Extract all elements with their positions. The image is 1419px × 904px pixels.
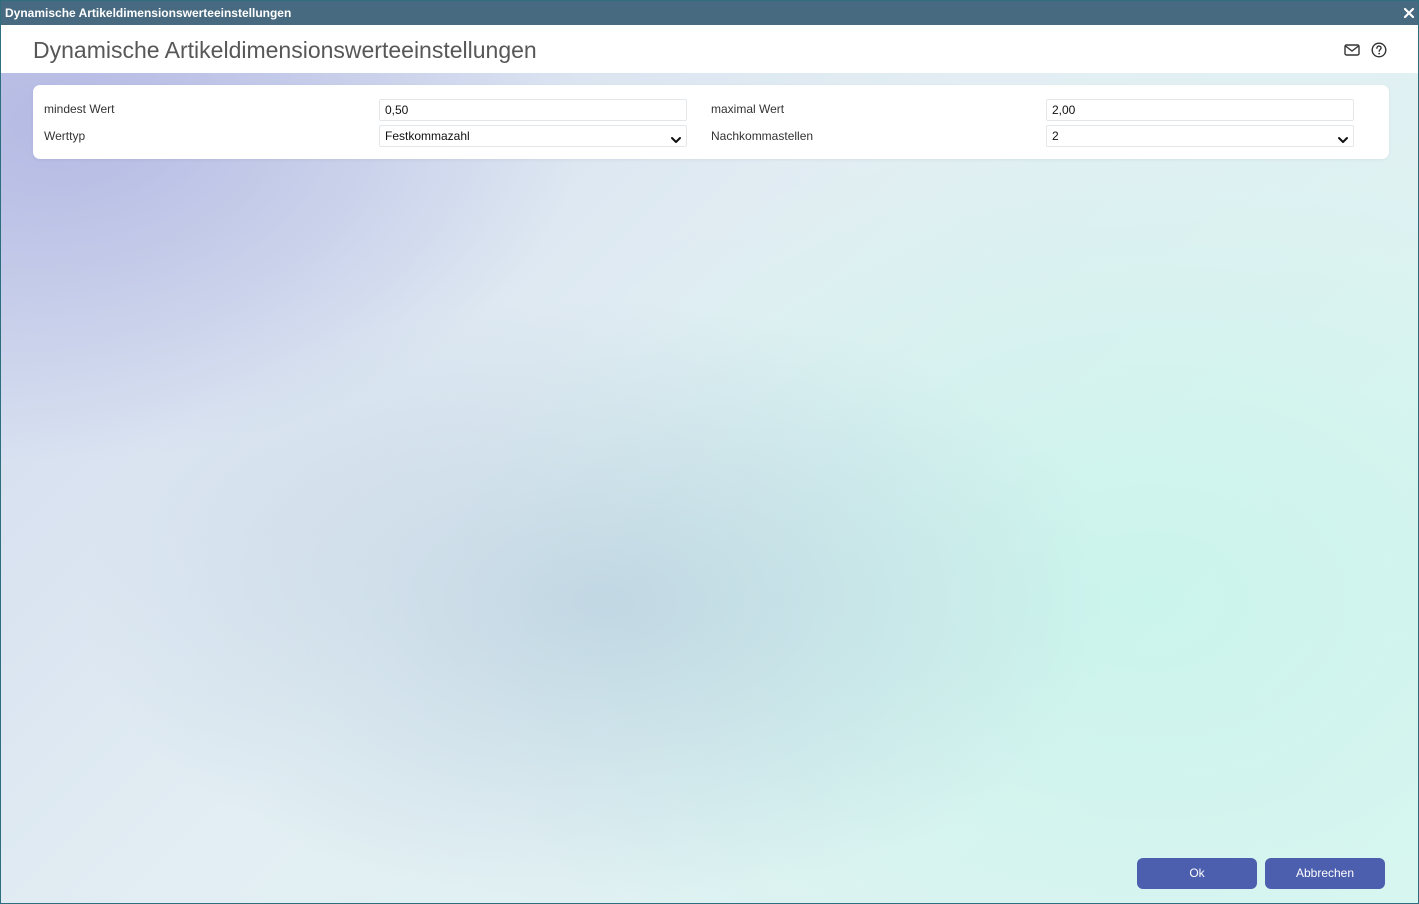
ok-button[interactable]: Ok bbox=[1137, 858, 1257, 889]
min-value-label: mindest Wert bbox=[44, 102, 115, 116]
decimal-places-selected: 2 bbox=[1052, 129, 1059, 143]
window-titlebar[interactable]: Dynamische Artikeldimensionswerteeinstel… bbox=[1, 1, 1418, 25]
min-value-input[interactable] bbox=[379, 99, 687, 121]
dialog-window: Dynamische Artikeldimensionswerteeinstel… bbox=[0, 0, 1419, 904]
max-value-label: maximal Wert bbox=[711, 102, 785, 116]
close-icon[interactable] bbox=[1401, 4, 1417, 22]
chevron-down-icon bbox=[670, 132, 682, 143]
help-icon[interactable] bbox=[1370, 41, 1388, 59]
mail-icon[interactable] bbox=[1343, 41, 1361, 59]
value-type-selected: Festkommazahl bbox=[385, 129, 470, 143]
chevron-down-icon bbox=[1337, 132, 1349, 143]
value-type-select[interactable]: Festkommazahl bbox=[379, 125, 687, 147]
decimal-places-select[interactable]: 2 bbox=[1046, 125, 1354, 147]
page-header: Dynamische Artikeldimensionswerteeinstel… bbox=[1, 25, 1418, 73]
value-type-label: Werttyp bbox=[44, 129, 86, 143]
max-value-input[interactable] bbox=[1046, 99, 1354, 121]
cancel-button[interactable]: Abbrechen bbox=[1265, 858, 1385, 889]
settings-panel: mindest Wert maximal Wert Werttyp Festko… bbox=[33, 85, 1389, 159]
window-title: Dynamische Artikeldimensionswerteeinstel… bbox=[5, 6, 292, 20]
decimal-places-label: Nachkommastellen bbox=[711, 129, 814, 143]
page-title: Dynamische Artikeldimensionswerteeinstel… bbox=[33, 37, 537, 63]
